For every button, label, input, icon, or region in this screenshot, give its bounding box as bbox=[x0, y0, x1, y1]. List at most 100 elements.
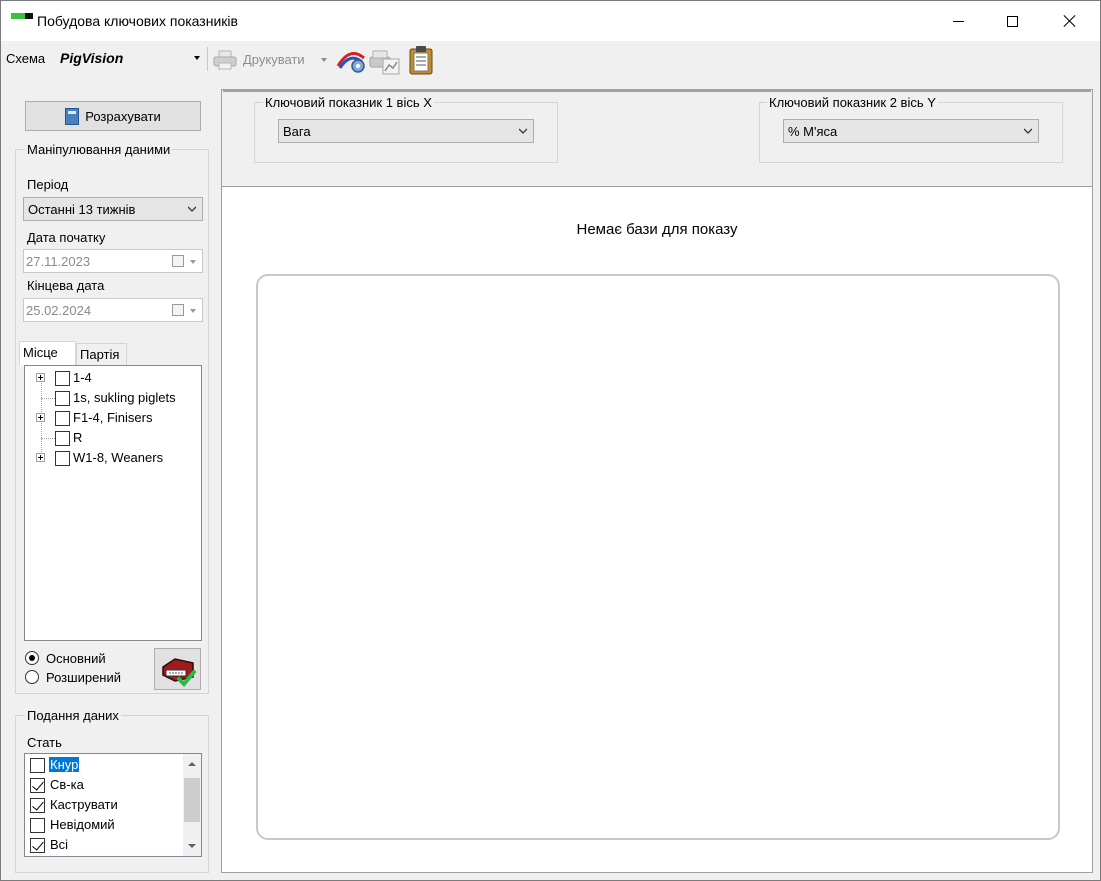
expand-icon[interactable] bbox=[36, 413, 45, 422]
tree-item-label: 1s, sukling piglets bbox=[73, 390, 176, 405]
clipboard-icon[interactable] bbox=[407, 45, 435, 75]
list-checkbox[interactable] bbox=[30, 758, 45, 773]
date-dropdown-arrow-icon bbox=[190, 309, 196, 313]
app-window: Побудова ключових показників Схема PigVi… bbox=[0, 0, 1101, 881]
date-dropdown-arrow-icon bbox=[190, 260, 196, 264]
toolbar-separator bbox=[207, 47, 208, 71]
main-panel-top-border bbox=[223, 90, 1091, 92]
list-checkbox[interactable] bbox=[30, 798, 45, 813]
list-item-label: Всі bbox=[50, 837, 69, 852]
tree-item[interactable]: W1-8, Weaners bbox=[25, 448, 201, 468]
tree-line bbox=[41, 398, 55, 399]
chart-message: Немає бази для показу bbox=[576, 221, 738, 238]
kpi-x-value: Вага bbox=[283, 124, 311, 139]
period-label: Період bbox=[27, 177, 69, 192]
sex-label: Стать bbox=[27, 735, 62, 750]
tree-item[interactable]: F1-4, Finisers bbox=[25, 408, 201, 428]
data-manipulation-legend: Маніпулювання даними bbox=[25, 142, 173, 157]
tree-checkbox[interactable] bbox=[55, 451, 70, 466]
list-item-label: Кнур bbox=[49, 757, 80, 772]
dropdown-arrow-icon bbox=[194, 56, 200, 60]
chevron-down-icon bbox=[519, 128, 527, 134]
tree-item[interactable]: R bbox=[25, 428, 201, 448]
schema-label: Схема bbox=[6, 51, 46, 66]
data-presentation-legend: Подання даних bbox=[25, 708, 121, 723]
maximize-icon bbox=[1006, 15, 1018, 27]
calendar-icon bbox=[172, 255, 184, 267]
kpi-y-value: % М'яса bbox=[788, 124, 838, 139]
scroll-thumb[interactable] bbox=[184, 778, 200, 822]
location-tree: 1-4 1s, sukling piglets F1-4, Finisers R… bbox=[24, 365, 202, 641]
mode-basic-radio[interactable] bbox=[25, 651, 39, 665]
list-checkbox[interactable] bbox=[30, 838, 45, 853]
start-date-picker[interactable]: 27.11.2023 bbox=[23, 249, 203, 273]
mode-extended-label[interactable]: Розширений bbox=[46, 670, 121, 685]
tab-place-label: Місце bbox=[23, 345, 58, 360]
chevron-down-icon bbox=[1024, 128, 1032, 134]
schema-value: PigVision bbox=[60, 50, 124, 66]
tab-batch[interactable]: Партія bbox=[76, 343, 127, 365]
period-dropdown[interactable]: Останні 13 тижнів bbox=[23, 197, 203, 221]
expand-icon[interactable] bbox=[36, 453, 45, 462]
vertical-scrollbar[interactable] bbox=[183, 754, 201, 856]
tree-line bbox=[41, 438, 55, 439]
chevron-down-icon bbox=[188, 206, 196, 212]
calculator-icon bbox=[65, 107, 80, 125]
tree-item-label: F1-4, Finisers bbox=[73, 410, 153, 425]
print-dropdown-arrow-icon[interactable] bbox=[321, 58, 327, 62]
maximize-button[interactable] bbox=[985, 1, 1039, 41]
calendar-icon bbox=[172, 304, 184, 316]
tree-checkbox[interactable] bbox=[55, 391, 70, 406]
end-date-value: 25.02.2024 bbox=[26, 303, 92, 318]
chart-settings-icon[interactable] bbox=[336, 46, 368, 74]
tree-item-label: R bbox=[73, 430, 83, 445]
print-button-label[interactable]: Друкувати bbox=[243, 52, 305, 67]
chart-plot-area bbox=[256, 274, 1060, 840]
app-logo-icon bbox=[11, 13, 33, 19]
window-title: Побудова ключових показників bbox=[37, 13, 238, 29]
database-check-button[interactable] bbox=[154, 648, 201, 690]
tree-item[interactable]: 1-4 bbox=[25, 368, 201, 388]
scroll-down-icon[interactable] bbox=[188, 844, 196, 848]
kpi-y-legend: Ключовий показник 2 вісь Y bbox=[767, 95, 938, 110]
kpi-x-legend: Ключовий показник 1 вісь X bbox=[263, 95, 434, 110]
start-date-label: Дата початку bbox=[27, 230, 106, 245]
start-date-value: 27.11.2023 bbox=[26, 254, 91, 269]
tree-item-label: W1-8, Weaners bbox=[73, 450, 164, 465]
minimize-button[interactable] bbox=[931, 1, 985, 41]
database-check-icon bbox=[162, 658, 196, 687]
calculate-button-label: Розрахувати bbox=[85, 108, 161, 124]
list-checkbox[interactable] bbox=[30, 778, 45, 793]
title-bar: Побудова ключових показників bbox=[1, 1, 1100, 41]
list-item-label: Каструвати bbox=[50, 797, 118, 812]
kpi-y-dropdown[interactable]: % М'яса bbox=[783, 119, 1039, 143]
schema-dropdown[interactable]: PigVision bbox=[54, 47, 204, 69]
chart-area: Немає бази для показу bbox=[222, 186, 1092, 872]
tab-batch-label: Партія bbox=[80, 347, 120, 362]
print-chart-icon[interactable] bbox=[369, 49, 401, 75]
kpi-x-dropdown[interactable]: Вага bbox=[278, 119, 534, 143]
calculate-button[interactable]: Розрахувати bbox=[25, 101, 201, 131]
tab-place[interactable]: Місце bbox=[19, 341, 76, 365]
mode-basic-label[interactable]: Основний bbox=[46, 651, 106, 666]
expand-icon[interactable] bbox=[36, 373, 45, 382]
end-date-picker[interactable]: 25.02.2024 bbox=[23, 298, 203, 322]
list-item-label: Невідомий bbox=[50, 817, 115, 832]
list-item-label: Св-ка bbox=[50, 777, 84, 792]
scroll-up-icon[interactable] bbox=[188, 762, 196, 766]
mode-extended-radio[interactable] bbox=[25, 670, 39, 684]
tree-checkbox[interactable] bbox=[55, 371, 70, 386]
close-button[interactable] bbox=[1043, 1, 1097, 41]
tree-item-label: 1-4 bbox=[73, 370, 92, 385]
list-checkbox[interactable] bbox=[30, 818, 45, 833]
toolbar: Схема PigVision Друкувати bbox=[1, 41, 1100, 77]
close-icon bbox=[1063, 14, 1077, 28]
sex-checklist: Кнур Св-ка Каструвати Невідомий Всі bbox=[24, 753, 202, 857]
tree-item[interactable]: 1s, sukling piglets bbox=[25, 388, 201, 408]
end-date-label: Кінцева дата bbox=[27, 278, 105, 293]
tree-checkbox[interactable] bbox=[55, 411, 70, 426]
tree-checkbox[interactable] bbox=[55, 431, 70, 446]
period-value: Останні 13 тижнів bbox=[28, 202, 136, 217]
minimize-icon bbox=[952, 20, 964, 22]
printer-icon[interactable] bbox=[213, 50, 237, 70]
